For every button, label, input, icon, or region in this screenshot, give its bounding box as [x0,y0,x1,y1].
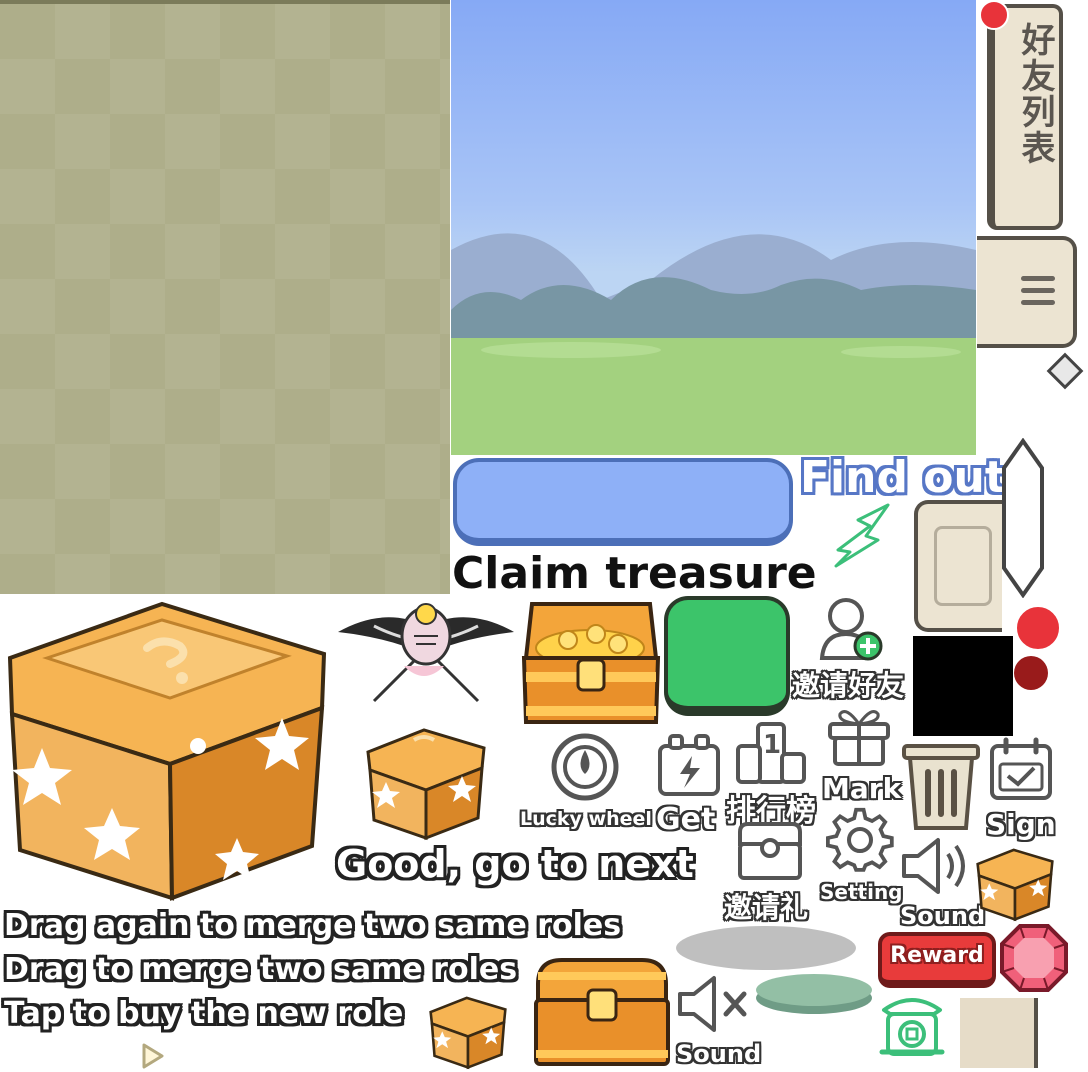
green-shrine-icon [879,998,945,1056]
ranking-number: 1 [763,730,782,760]
speaker-muted-icon [678,976,747,1032]
menu-panel[interactable] [977,236,1077,348]
friends-list-tab[interactable]: 好友列表 [987,4,1063,230]
mark-label: Mark [822,772,902,805]
lightning-arrow-icon [834,503,890,568]
notification-red-dot [979,0,1009,30]
closed-treasure-chest-icon [534,958,670,1066]
big-mystery-box-icon [7,601,327,901]
red-dot-dark [1014,656,1048,690]
speaker-on-icon [902,838,965,894]
green-pedestal-disc [756,974,872,1014]
gift-box-icon [828,710,890,766]
reward-label: Reward [890,943,984,968]
green-square-button[interactable] [664,596,790,716]
invite-friends-label: 邀请好友 [792,669,905,702]
trash-can-icon[interactable] [900,738,982,834]
black-mask-square [913,636,1013,736]
calendar-check-icon [990,737,1052,800]
small-mystery-box-icon [366,728,486,841]
olive-background-panel [0,0,450,594]
good-next-message: Good, go to next [336,842,694,886]
swallow-kite-icon [338,603,514,703]
friends-list-label: 好友列表 [1015,22,1055,166]
landscape-scene [451,0,976,455]
sign-button[interactable]: Sign [984,736,1062,842]
invite-friends-button[interactable]: 邀请好友 [792,596,914,706]
battery-gift-icon [658,734,720,796]
claim-treasure-label: Claim treasure [452,548,817,599]
drag-again-message: Drag again to merge two same roles [4,908,622,943]
ranking-button[interactable]: 1 排行榜 [724,718,824,829]
landscape-hills [451,233,976,455]
ruby-gem-icon [1000,924,1068,992]
sound-on-label: Sound [900,902,986,930]
mark-button[interactable]: Mark [822,702,902,806]
lucky-wheel-label: Lucky wheel [520,808,652,830]
hexagon-capsule-frame [1002,438,1044,598]
open-treasure-chest-icon [521,602,661,724]
gear-icon [826,807,894,872]
small-mystery-box-icon-2 [976,848,1054,922]
find-out-label: Find out [800,452,1006,503]
lucky-wheel-button[interactable]: Lucky wheel [518,730,654,840]
blue-pill-button[interactable] [453,458,793,546]
sound-off-button[interactable]: Sound [674,972,761,1070]
red-dot-large [1014,604,1062,652]
small-mystery-box-icon-3 [429,996,507,1070]
invite-gift-button[interactable]: 邀请礼 [724,822,824,924]
drag-merge-message: Drag to merge two same roles [4,952,518,987]
sign-label: Sign [986,808,1056,841]
sound-on-button[interactable]: Sound [898,834,985,934]
reward-button[interactable]: Reward [878,932,996,988]
add-friend-icon [819,598,883,661]
menu-icon [1021,276,1055,305]
get-button[interactable]: Get [652,732,728,840]
sound-off-label: Sound [676,1040,762,1068]
tap-buy-message: Tap to buy the new role [4,996,404,1031]
invite-gift-label: 邀请礼 [724,891,809,924]
square-cream-button[interactable] [914,500,1002,632]
get-label: Get [656,802,716,837]
cream-panel-piece [960,998,1038,1068]
setting-label: Setting [820,880,903,904]
diamond-marker-icon [1046,352,1084,390]
chest-lock-icon [738,822,802,880]
gray-shadow-ellipse [676,926,856,970]
setting-button[interactable]: Setting [820,806,903,910]
play-arrow-icon [142,1043,164,1069]
lucky-wheel-icon [551,733,619,801]
